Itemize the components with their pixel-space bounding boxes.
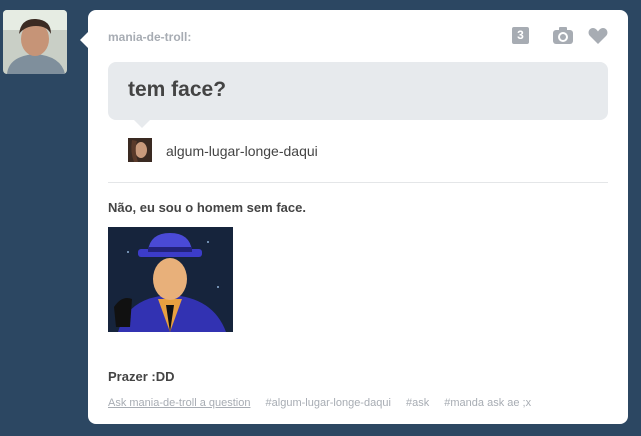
answer-text: Não, eu sou o homem sem face. bbox=[108, 200, 306, 215]
blog-avatar[interactable] bbox=[3, 10, 67, 74]
tag-link[interactable]: #manda ask ae ;x bbox=[444, 397, 531, 409]
question-bubble: tem face? bbox=[108, 62, 608, 128]
post-card: mania-de-troll: 3 tem face? algum-lugar- bbox=[80, 10, 628, 424]
tag-link[interactable]: #ask bbox=[406, 397, 429, 409]
divider bbox=[108, 182, 608, 183]
tag-link[interactable]: #algum-lugar-longe-daqui bbox=[266, 397, 391, 409]
post-footer: Ask mania-de-troll a question #algum-lug… bbox=[108, 397, 543, 409]
heart-icon[interactable] bbox=[588, 27, 608, 50]
answer-closing-text: Prazer :DD bbox=[108, 369, 175, 384]
answer-image bbox=[108, 227, 233, 332]
asker-avatar[interactable] bbox=[128, 138, 152, 162]
post-author[interactable]: mania-de-troll: bbox=[108, 30, 191, 44]
post-pointer bbox=[80, 32, 88, 48]
note-count-badge[interactable]: 3 bbox=[512, 27, 529, 44]
ask-question-link[interactable]: Ask mania-de-troll a question bbox=[108, 397, 250, 409]
bubble-tail bbox=[134, 120, 150, 128]
asker-name[interactable]: algum-lugar-longe-daqui bbox=[166, 143, 318, 159]
post-controls: 3 bbox=[512, 27, 608, 47]
question-text: tem face? bbox=[128, 78, 227, 101]
camera-icon[interactable] bbox=[552, 27, 574, 50]
